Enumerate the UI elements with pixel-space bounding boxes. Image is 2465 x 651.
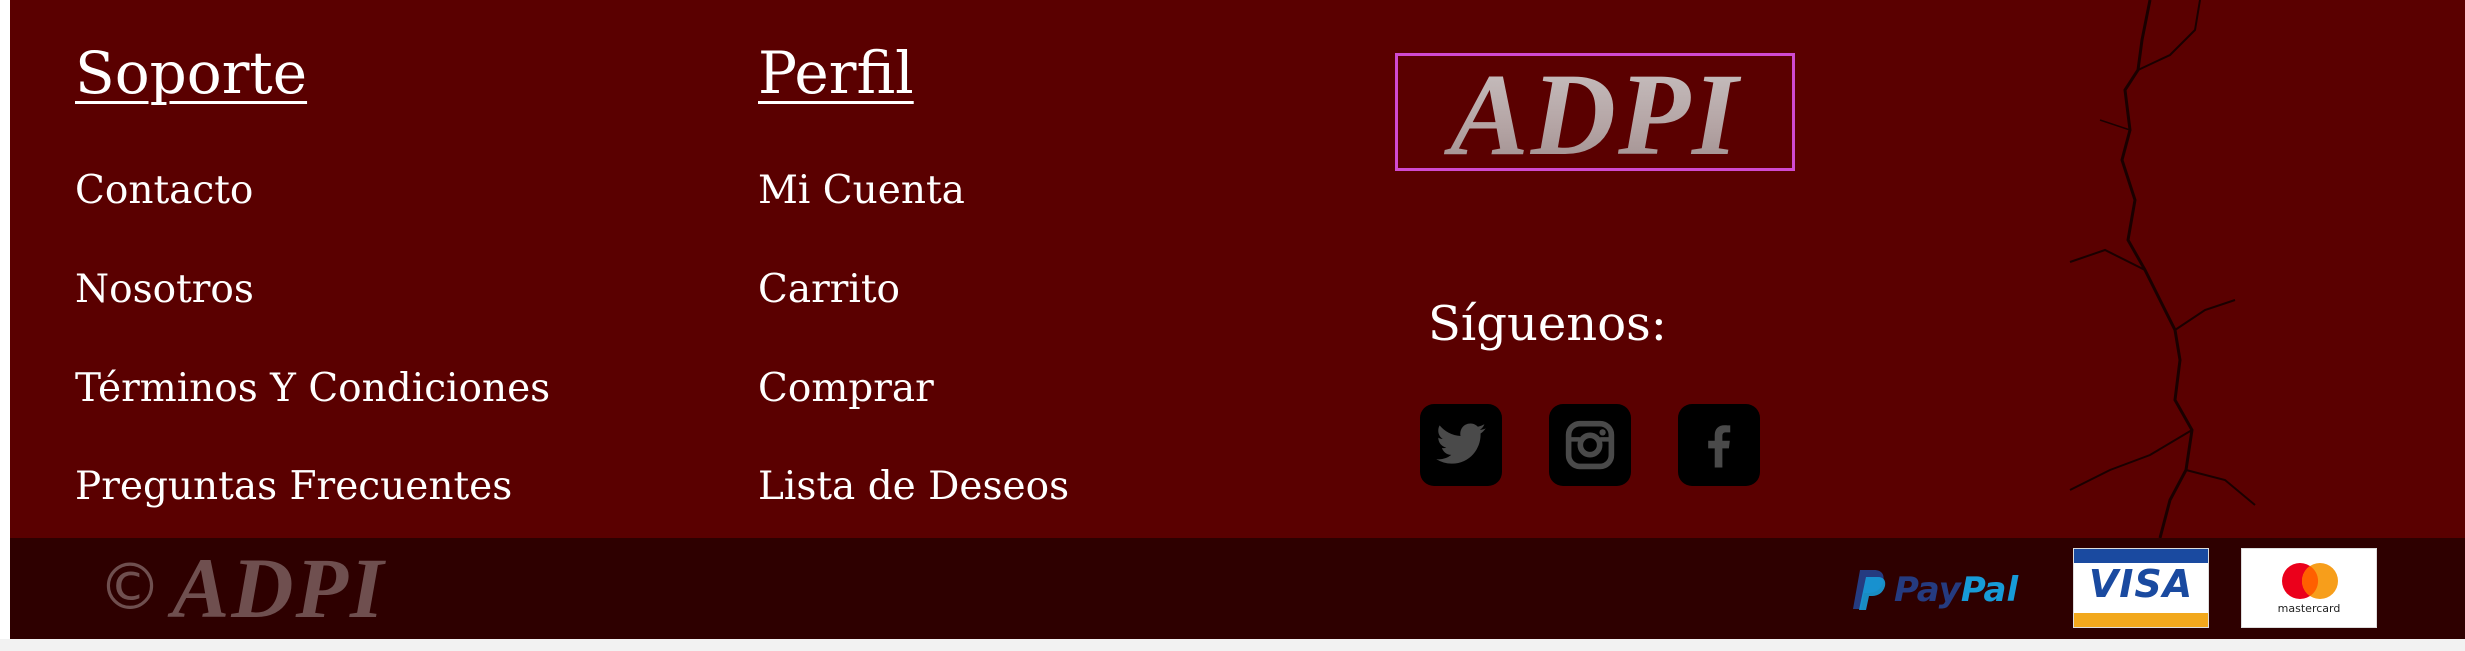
paypal-pal-text: Pal [1960, 570, 2019, 610]
twitter-button[interactable] [1420, 404, 1502, 486]
link-comprar[interactable]: Comprar [758, 369, 934, 408]
link-lista-deseos[interactable]: Lista de Deseos [758, 467, 1069, 506]
visa-top-stripe [2074, 549, 2208, 563]
copyright-logo: © ADPI [98, 542, 385, 634]
facebook-button[interactable] [1678, 404, 1760, 486]
facebook-icon [1708, 425, 1731, 468]
visa-card: VISA [2073, 548, 2209, 628]
link-terminos[interactable]: Términos Y Condiciones [75, 369, 550, 408]
paypal-pay-text: Pay [1894, 570, 1961, 610]
paypal-icon [1853, 570, 1886, 610]
visa-bottom-stripe [2074, 613, 2208, 627]
profile-title: Perfil [758, 39, 914, 107]
mastercard-card: mastercard [2241, 548, 2377, 628]
paypal-text: PayPal [1894, 573, 2018, 607]
support-title: Soporte [75, 39, 308, 107]
site-footer: Soporte Contacto Nosotros Términos Y Con… [10, 0, 2465, 538]
twitter-icon [1436, 423, 1486, 464]
mastercard-icon [2282, 563, 2338, 599]
brand-logo-text: ADPI [1398, 56, 1792, 174]
link-carrito[interactable]: Carrito [758, 270, 900, 309]
copyright-icon: © [98, 551, 162, 625]
link-contacto[interactable]: Contacto [75, 171, 253, 210]
copyright-bar: © ADPI PayPal VISA mastercard [10, 538, 2465, 639]
visa-text: VISA [2088, 562, 2194, 606]
link-nosotros[interactable]: Nosotros [75, 270, 254, 309]
paypal-logo: PayPal [1852, 565, 2018, 615]
crack-decoration [2069, 0, 2256, 538]
link-mi-cuenta[interactable]: Mi Cuenta [758, 171, 965, 210]
brand-logo[interactable]: ADPI [1395, 53, 1795, 174]
follow-us-label: Síguenos: [1428, 296, 1667, 352]
page-bottom-strip [0, 639, 2465, 651]
mastercard-text: mastercard [2277, 602, 2341, 615]
instagram-icon [1565, 420, 1615, 470]
instagram-button[interactable] [1549, 404, 1631, 486]
copyright-brand: ADPI [172, 540, 386, 636]
link-preguntas[interactable]: Preguntas Frecuentes [75, 467, 512, 506]
